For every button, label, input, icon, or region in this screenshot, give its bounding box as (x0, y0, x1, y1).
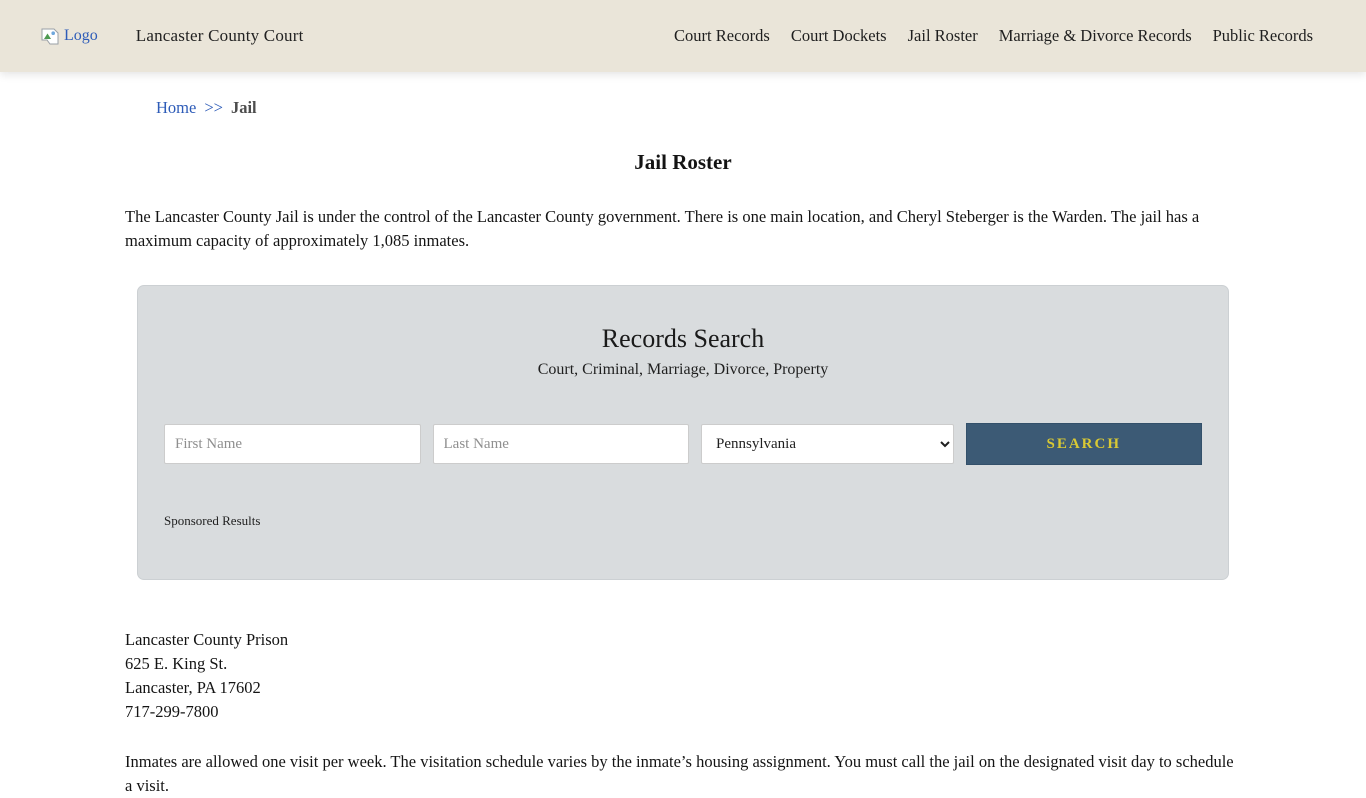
records-search-title: Records Search (601, 324, 765, 353)
breadcrumb-home-link[interactable]: Home (156, 98, 196, 117)
main-nav: Court Records Court Dockets Jail Roster … (674, 26, 1313, 46)
main-content: Home >> Jail Jail Roster The Lancaster Cou… (0, 72, 1366, 798)
jail-address-block: Lancaster County Prison 625 E. King St. … (125, 628, 1241, 724)
nav-item-marriage-divorce-records[interactable]: Marriage & Divorce Records (999, 26, 1192, 46)
intro-paragraph: The Lancaster County Jail is under the c… (125, 207, 1200, 250)
logo-alt-text: Logo (64, 27, 98, 44)
logo-link[interactable]: Logo (40, 27, 98, 45)
breadcrumb-current: Jail (230, 98, 257, 117)
nav-item-court-dockets[interactable]: Court Dockets (791, 26, 887, 46)
page-title: Jail Roster (634, 150, 732, 174)
nav-item-public-records[interactable]: Public Records (1213, 26, 1313, 46)
breadcrumb-separator: >> (204, 98, 223, 117)
sponsored-results-label: Sponsored Results (164, 513, 261, 528)
nav-item-jail-roster[interactable]: Jail Roster (908, 26, 978, 46)
visitation-paragraph: Inmates are allowed one visit per week. … (125, 752, 1234, 795)
site-title: Lancaster County Court (135, 26, 304, 45)
state-select[interactable]: Pennsylvania (701, 424, 954, 464)
search-button[interactable]: SEARCH (965, 423, 1202, 465)
jail-name: Lancaster County Prison (125, 630, 289, 649)
breadcrumb: Home >> Jail (156, 72, 1241, 118)
jail-phone: 717-299-7800 (125, 702, 219, 721)
first-name-input[interactable] (164, 424, 421, 464)
jail-city-state-zip: Lancaster, PA 17602 (125, 678, 261, 697)
last-name-input[interactable] (432, 424, 689, 464)
nav-item-court-records[interactable]: Court Records (674, 26, 770, 46)
jail-street: 625 E. King St. (125, 654, 228, 673)
logo-broken-image-icon (40, 28, 60, 45)
site-header: Logo Lancaster County Court Court Record… (0, 0, 1366, 72)
records-search-panel: Records Search Court, Criminal, Marriage… (137, 285, 1229, 580)
search-form-row: Pennsylvania SEARCH (164, 423, 1202, 465)
records-search-subtitle: Court, Criminal, Marriage, Divorce, Prop… (537, 361, 829, 378)
